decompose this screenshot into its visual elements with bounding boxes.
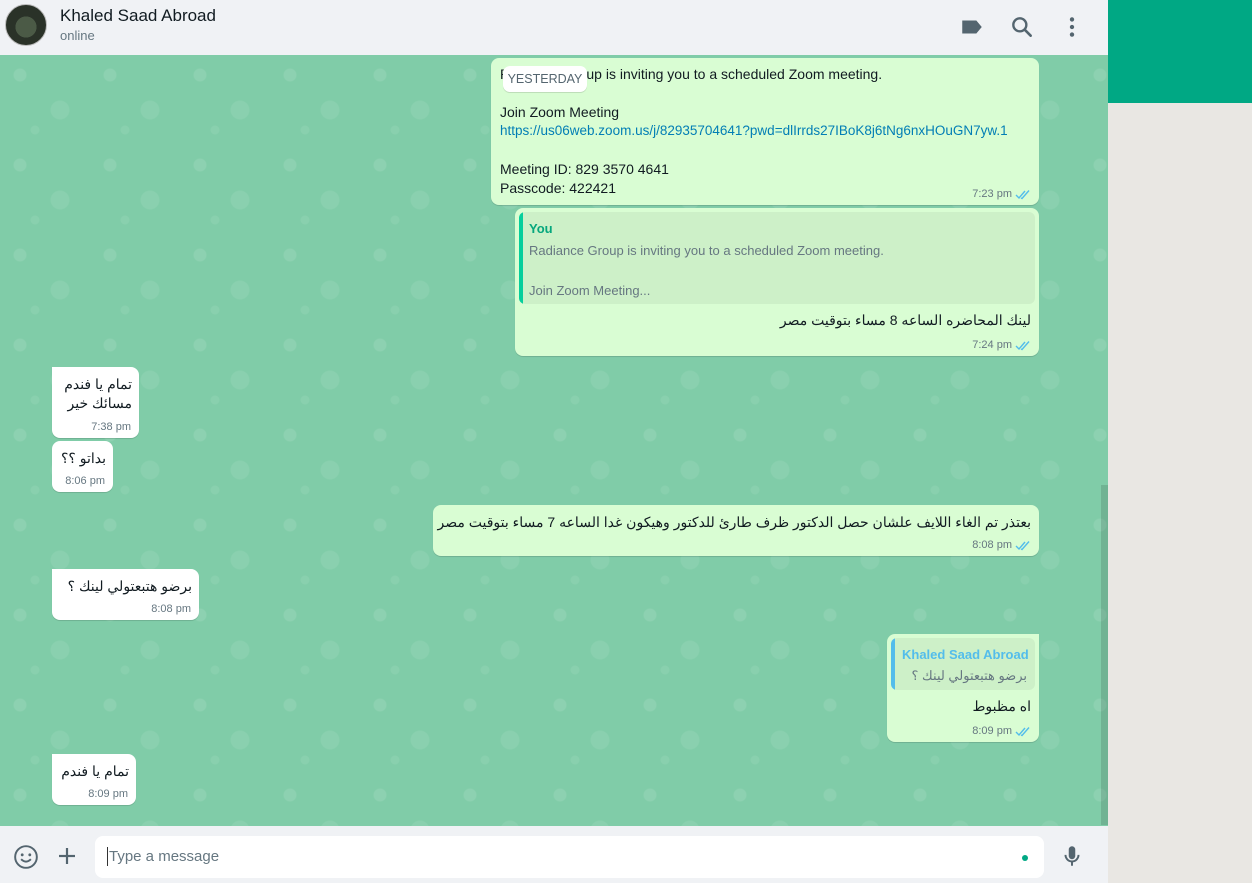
- message-text: مسائك خير: [67, 395, 132, 411]
- side-panel-accent: [1108, 0, 1252, 103]
- side-panel: [1108, 103, 1252, 883]
- mic-icon[interactable]: [1059, 843, 1085, 869]
- date-divider: YESTERDAY: [503, 66, 587, 92]
- message-time: 8:08 pm: [972, 539, 1031, 551]
- quote-text: Radiance Group is inviting you to a sche…: [529, 243, 884, 258]
- read-ticks-icon: [1015, 340, 1030, 350]
- quote-text: Join Zoom Meeting...: [529, 283, 651, 298]
- text-caret: [107, 847, 108, 866]
- message-text: تمام يا فندم: [64, 376, 132, 392]
- avatar[interactable]: [5, 4, 47, 46]
- read-ticks-icon: [1015, 189, 1030, 199]
- message-time: 8:06 pm: [65, 475, 105, 487]
- message-text: بعتذر تم الغاء اللايف علشان حصل الدكتور …: [437, 514, 1032, 530]
- menu-icon[interactable]: [1059, 14, 1085, 40]
- chat-panel: Khaled Saad Abroad online Radiance Group…: [0, 0, 1108, 883]
- quote-bar: [519, 212, 523, 304]
- zoom-link[interactable]: https://us06web.zoom.us/j/82935704641?pw…: [500, 123, 1008, 138]
- message-incoming[interactable]: برضو هتبعتولي لينك ؟ 8:08 pm: [52, 569, 199, 620]
- message-outgoing[interactable]: You Radiance Group is inviting you to a …: [515, 208, 1039, 356]
- contact-name[interactable]: Khaled Saad Abroad: [60, 6, 216, 26]
- message-time: 7:24 pm: [972, 339, 1031, 351]
- label-icon[interactable]: [959, 14, 985, 40]
- message-text: اه مظبوط: [972, 698, 1031, 714]
- quoted-message[interactable]: Khaled Saad Abroad برضو هتبعتولي لينك ؟: [891, 638, 1035, 690]
- message-input[interactable]: Type a message: [95, 836, 1044, 878]
- quote-author: You: [529, 221, 553, 236]
- message-incoming[interactable]: تمام يا فندم 8:09 pm: [52, 754, 136, 805]
- scrollbar[interactable]: [1101, 485, 1108, 825]
- message-text: تمام يا فندم: [61, 763, 129, 779]
- search-icon[interactable]: [1009, 14, 1035, 40]
- quote-bar: [891, 638, 895, 690]
- message-text: Join Zoom Meeting: [500, 104, 620, 120]
- read-ticks-icon: [1015, 540, 1030, 550]
- status-dot-icon: [1022, 855, 1028, 861]
- emoji-icon[interactable]: [13, 844, 39, 870]
- message-text: Passcode: 422421: [500, 180, 616, 196]
- message-text: بداتو ؟؟: [60, 450, 106, 466]
- chat-header[interactable]: Khaled Saad Abroad online: [0, 0, 1108, 55]
- contact-status: online: [60, 28, 95, 43]
- attach-icon[interactable]: [55, 844, 79, 868]
- message-text: برضو هتبعتولي لينك ؟: [67, 578, 192, 594]
- read-ticks-icon: [1015, 726, 1030, 736]
- message-text: Meeting ID: 829 3570 4641: [500, 161, 669, 177]
- message-time: 7:38 pm: [91, 421, 131, 433]
- message-outgoing[interactable]: Khaled Saad Abroad برضو هتبعتولي لينك ؟ …: [887, 634, 1039, 742]
- message-text: لينك المحاضره الساعه 8 مساء بتوقيت مصر: [779, 312, 1031, 328]
- message-time: 8:08 pm: [151, 603, 191, 615]
- quote-author: Khaled Saad Abroad: [902, 647, 1029, 662]
- message-placeholder: Type a message: [109, 848, 220, 865]
- message-time: 8:09 pm: [972, 725, 1031, 737]
- message-time: 8:09 pm: [88, 788, 128, 800]
- message-incoming[interactable]: تمام يا فندم مسائك خير 7:38 pm: [52, 367, 139, 438]
- message-outgoing[interactable]: بعتذر تم الغاء اللايف علشان حصل الدكتور …: [433, 505, 1039, 556]
- message-incoming[interactable]: بداتو ؟؟ 8:06 pm: [52, 441, 113, 492]
- quoted-message[interactable]: You Radiance Group is inviting you to a …: [519, 212, 1035, 304]
- quote-text: برضو هتبعتولي لينك ؟: [911, 668, 1027, 683]
- message-time: 7:23 pm: [972, 188, 1031, 200]
